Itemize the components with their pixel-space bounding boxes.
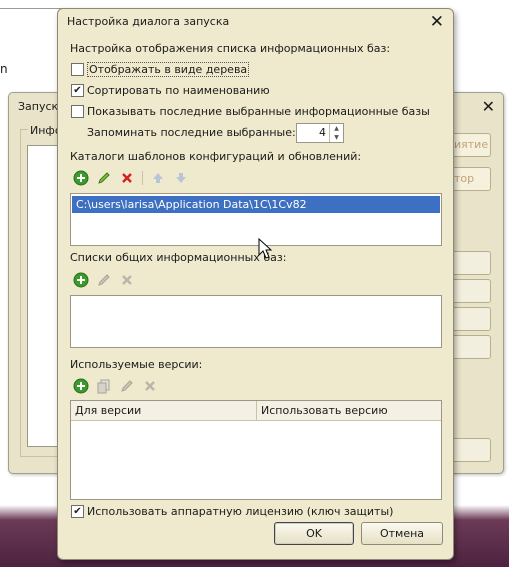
arrow-up-icon[interactable] xyxy=(148,169,168,187)
toolbar-separator xyxy=(142,171,143,185)
versions-heading: Используемые версии: xyxy=(70,358,203,371)
templates-list[interactable]: C:\users\larisa\Application Data\1C\1Cv8… xyxy=(70,193,442,246)
pencil-icon[interactable] xyxy=(94,169,114,187)
background-button-3[interactable] xyxy=(449,251,491,275)
pencil-icon[interactable] xyxy=(117,377,137,395)
sort-label: Сортировать по наименованию xyxy=(87,83,270,97)
sort-checkbox-row[interactable]: ✔ Сортировать по наименованию xyxy=(71,83,270,97)
tree-view-checkbox[interactable] xyxy=(71,62,84,76)
hw-license-checkbox[interactable]: ✔ xyxy=(71,504,84,518)
background-text: n xyxy=(0,62,8,76)
list-item[interactable]: C:\users\larisa\Application Data\1C\1Cv8… xyxy=(72,196,440,213)
remember-label: Запоминать последние выбранные: xyxy=(87,126,296,139)
hw-license-checkbox-row[interactable]: ✔ Использовать аппаратную лицензию (ключ… xyxy=(71,504,393,518)
ok-button[interactable]: OK xyxy=(274,522,354,545)
recent-checkbox[interactable] xyxy=(71,104,84,118)
delete-icon[interactable] xyxy=(117,169,137,187)
templates-toolbar xyxy=(71,169,191,187)
tree-view-checkbox-row[interactable]: Отображать в виде дерева xyxy=(71,61,250,77)
launch-settings-dialog: Настройка диалога запуска ✕ Настройка от… xyxy=(57,8,454,560)
add-icon[interactable] xyxy=(71,377,91,395)
background-button-7[interactable] xyxy=(449,438,491,462)
display-settings-heading: Настройка отображения списка информацион… xyxy=(70,42,391,55)
add-icon[interactable] xyxy=(71,169,91,187)
column-header-for-version[interactable]: Для версии xyxy=(71,401,257,420)
remember-count-stepper[interactable]: 4 ▲ ▼ xyxy=(296,123,344,143)
versions-table-header: Для версии Использовать версию xyxy=(71,401,441,421)
versions-toolbar xyxy=(71,377,160,395)
arrow-down-icon[interactable] xyxy=(171,169,191,187)
stepper-down-icon[interactable]: ▼ xyxy=(330,133,343,142)
templates-heading: Каталоги шаблонов конфигураций и обновле… xyxy=(70,150,362,163)
recent-label: Показывать последние выбранные информаци… xyxy=(87,104,430,118)
sort-checkbox[interactable]: ✔ xyxy=(71,83,84,97)
background-button-1[interactable]: иятие xyxy=(449,133,491,157)
common-lists-list[interactable] xyxy=(70,295,442,348)
delete-icon[interactable] xyxy=(117,271,137,289)
dialog-title: Настройка диалога запуска xyxy=(67,15,230,28)
recent-checkbox-row[interactable]: Показывать последние выбранные информаци… xyxy=(71,104,430,118)
copy-icon[interactable] xyxy=(94,377,114,395)
column-header-use-version[interactable]: Использовать версию xyxy=(257,401,388,420)
stepper-up-icon[interactable]: ▲ xyxy=(330,124,343,133)
cancel-button[interactable]: Отмена xyxy=(361,522,443,545)
add-icon[interactable] xyxy=(71,271,91,289)
background-button-2[interactable]: тор xyxy=(449,167,491,191)
background-button-4[interactable] xyxy=(449,279,491,303)
background-close-icon[interactable]: ✕ xyxy=(482,97,495,116)
close-icon[interactable]: ✕ xyxy=(430,12,444,32)
common-lists-toolbar xyxy=(71,271,137,289)
hw-license-label: Использовать аппаратную лицензию (ключ з… xyxy=(87,504,394,518)
background-button-5[interactable] xyxy=(449,307,491,331)
versions-table[interactable]: Для версии Использовать версию xyxy=(70,400,442,500)
pencil-icon[interactable] xyxy=(94,271,114,289)
common-lists-heading: Списки общих информационных баз: xyxy=(70,251,287,264)
background-button-6[interactable] xyxy=(449,335,491,359)
mouse-pointer-icon xyxy=(258,238,272,259)
delete-icon[interactable] xyxy=(140,377,160,395)
remember-count-value[interactable]: 4 xyxy=(297,124,329,142)
tree-view-label: Отображать в виде дерева xyxy=(87,61,250,77)
